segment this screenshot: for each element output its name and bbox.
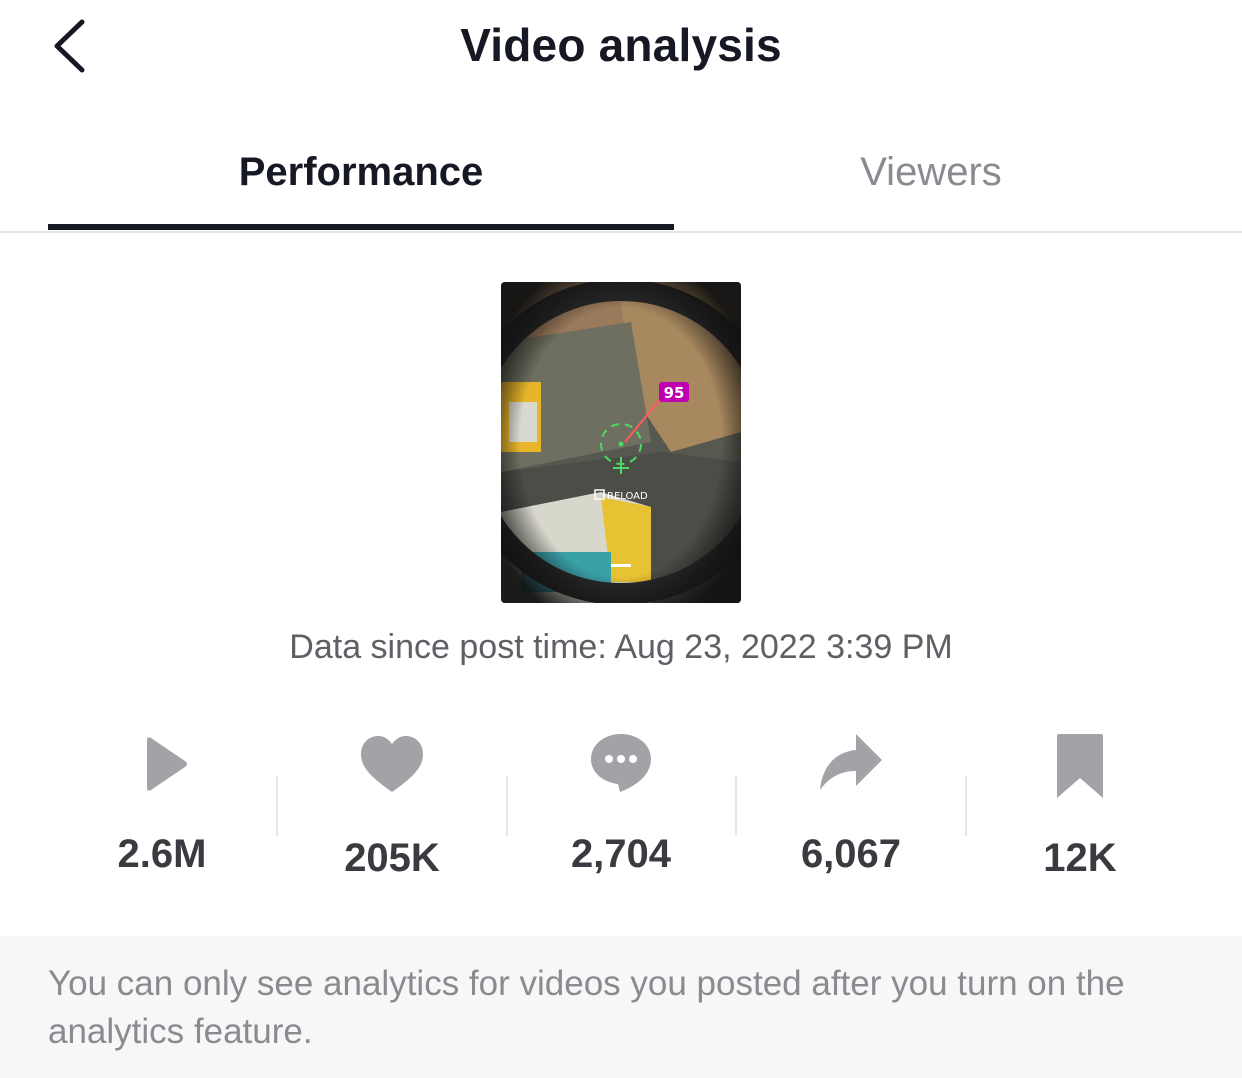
share-icon: [816, 730, 886, 800]
tab-viewers[interactable]: Viewers: [620, 120, 1242, 230]
stat-shares: 6,067: [736, 720, 966, 900]
page-title: Video analysis: [460, 19, 782, 71]
heart-icon: [357, 730, 427, 800]
bookmark-icon: [1045, 730, 1115, 800]
stats-row: 2.6M 205K 2,704 6,067 12K: [0, 720, 1242, 900]
play-icon: [127, 730, 197, 800]
analytics-note-panel: You can only see analytics for videos yo…: [0, 936, 1242, 1078]
comments-count: 2,704: [570, 832, 672, 876]
active-tab-indicator: [48, 224, 674, 230]
tabs-divider: [0, 231, 1242, 233]
video-thumbnail-image: 95 RELOAD: [501, 282, 741, 603]
views-count: 2.6M: [117, 832, 207, 876]
stat-likes: 205K: [277, 720, 507, 900]
shares-count: 6,067: [800, 832, 902, 876]
tab-performance[interactable]: Performance: [48, 120, 674, 230]
analytics-note-text: You can only see analytics for videos yo…: [48, 964, 1125, 1051]
post-time-label: Data since post time: Aug 23, 2022 3:39 …: [289, 628, 953, 666]
saves-count: 12K: [1043, 836, 1117, 880]
video-thumbnail[interactable]: 95 RELOAD: [501, 282, 741, 603]
stat-saves: 12K: [965, 720, 1195, 900]
stat-comments: 2,704: [506, 720, 736, 900]
stat-views: 2.6M: [47, 720, 277, 900]
comment-icon: [586, 730, 656, 800]
tab-bar: Performance Viewers: [0, 120, 1242, 233]
damage-number: 95: [664, 384, 685, 402]
header-bar: Video analysis: [0, 0, 1242, 100]
reload-hint: RELOAD: [607, 491, 648, 502]
likes-count: 205K: [344, 836, 440, 880]
